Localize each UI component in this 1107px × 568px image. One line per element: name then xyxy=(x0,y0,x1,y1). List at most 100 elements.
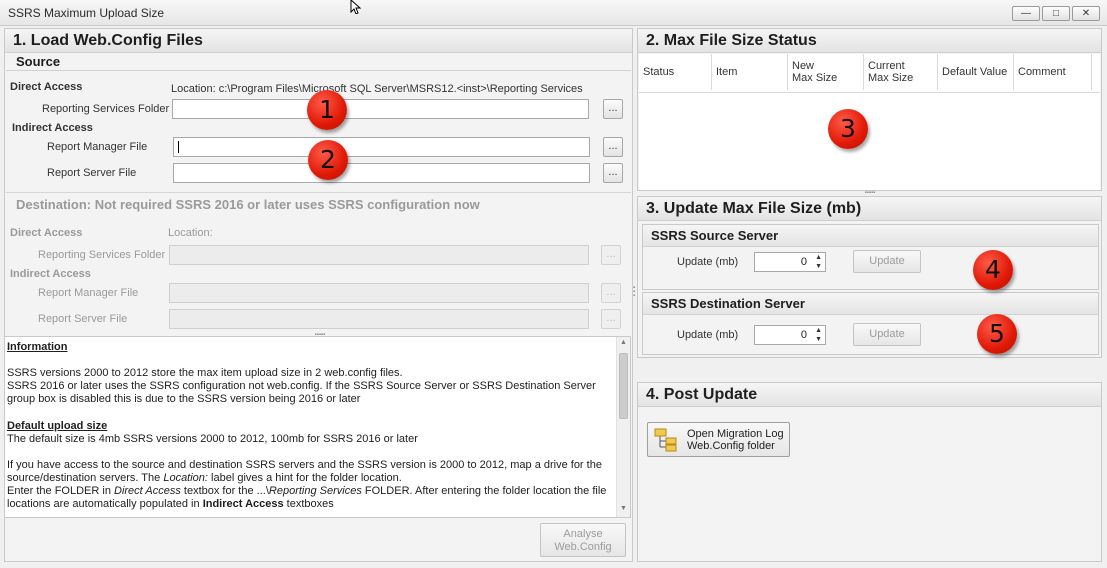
default-upload-heading: Default upload size xyxy=(7,420,108,432)
dest-update-mb-value: 0 xyxy=(800,329,807,341)
annotation-badge-5: 5 xyxy=(977,314,1017,354)
analyse-button-line-2: Web.Config xyxy=(554,541,612,553)
dest-report-manager-label: Report Manager File xyxy=(38,287,139,299)
dest-update-button[interactable]: Update xyxy=(853,323,921,346)
destination-header: Destination: Not required SSRS 2016 or l… xyxy=(16,197,480,212)
dest-location-label: Location: xyxy=(168,227,213,239)
dest-rs-folder-input[interactable] xyxy=(169,245,589,265)
right-splitter-grip[interactable]: ▪▪▪▪▪ xyxy=(850,190,890,196)
annotation-badge-1: 1 xyxy=(307,90,347,130)
scroll-thumb[interactable] xyxy=(619,353,628,419)
dest-report-server-label: Report Server File xyxy=(38,313,128,325)
open-migration-log-button[interactable]: Open Migration Log Web.Config folder xyxy=(647,422,790,457)
update-panel-title: 3. Update Max File Size (mb) xyxy=(638,197,1101,221)
information-text: Information SSRS versions 2000 to 2012 s… xyxy=(7,341,611,511)
dest-report-server-input[interactable] xyxy=(169,309,589,329)
spinner-arrows-icon[interactable]: ▲ ▼ xyxy=(815,253,822,271)
annotation-badge-2: 2 xyxy=(308,140,348,180)
info-para-5-strong: Indirect Access xyxy=(202,498,284,510)
dest-report-manager-browse-button[interactable]: ... xyxy=(601,283,621,303)
open-log-line-2: Web.Config folder xyxy=(687,440,775,452)
source-server-header: SSRS Source Server xyxy=(643,225,1098,247)
mouse-cursor-icon xyxy=(350,0,362,14)
info-para-5-a: Enter the FOLDER in xyxy=(7,485,111,497)
source-update-mb-value: 0 xyxy=(800,256,807,268)
title-bar: SSRS Maximum Upload Size — □ ✕ xyxy=(0,0,1107,26)
information-heading: Information xyxy=(7,341,68,353)
destination-divider xyxy=(6,192,631,193)
col-current-max-size[interactable]: Current Max Size xyxy=(864,54,938,90)
source-divider xyxy=(6,70,631,71)
dest-update-mb-label: Update (mb) xyxy=(677,329,739,341)
dest-update-mb-stepper[interactable]: 0 ▲ ▼ xyxy=(754,325,826,345)
col-new-max-size[interactable]: New Max Size xyxy=(788,54,864,90)
source-report-server-input[interactable] xyxy=(173,163,590,183)
text-caret xyxy=(178,141,179,153)
info-para-5-em2: Reporting Services xyxy=(268,485,362,497)
minimize-button[interactable]: — xyxy=(1012,6,1040,21)
analyse-button-line-1: Analyse xyxy=(563,528,603,540)
close-button[interactable]: ✕ xyxy=(1072,6,1100,21)
scroll-up-icon[interactable]: ▲ xyxy=(620,339,627,346)
info-para-5-em1: Direct Access xyxy=(114,485,181,497)
source-rs-folder-browse-button[interactable]: ... xyxy=(603,99,623,119)
information-box: Information SSRS versions 2000 to 2012 s… xyxy=(4,336,631,518)
info-para-5: Enter the FOLDER in Direct Access textbo… xyxy=(7,485,611,511)
col-item[interactable]: Item xyxy=(712,54,788,90)
source-header: Source xyxy=(16,54,61,69)
dest-indirect-access-label: Indirect Access xyxy=(10,268,91,280)
col-comment[interactable]: Comment xyxy=(1014,54,1092,90)
source-update-mb-label: Update (mb) xyxy=(677,256,739,268)
dest-direct-access-label: Direct Access xyxy=(10,227,83,239)
info-para-4: If you have access to the source and des… xyxy=(7,459,611,485)
info-scrollbar[interactable]: ▲ ▼ xyxy=(616,337,630,517)
source-report-server-label: Report Server File xyxy=(47,167,137,179)
destination-server-header: SSRS Destination Server xyxy=(643,293,1098,315)
status-grid-header: Status Item New Max Size Current Max Siz… xyxy=(639,54,1100,93)
annotation-badge-3: 3 xyxy=(828,109,868,149)
dest-rs-folder-label: Reporting Services Folder xyxy=(38,249,166,261)
status-panel-title: 2. Max File Size Status xyxy=(638,29,1101,53)
source-report-manager-browse-button[interactable]: ... xyxy=(603,137,623,157)
max-file-size-status-panel: 2. Max File Size Status Status Item New … xyxy=(637,28,1102,191)
status-grid[interactable]: Status Item New Max Size Current Max Siz… xyxy=(639,54,1100,190)
source-report-manager-input[interactable] xyxy=(173,137,590,157)
maximize-button[interactable]: □ xyxy=(1042,6,1070,21)
info-para-3: The default size is 4mb SSRS versions 20… xyxy=(7,433,418,445)
source-indirect-access-label: Indirect Access xyxy=(12,122,93,134)
info-para-4-end: label gives a hint for the folder locati… xyxy=(211,472,402,484)
source-direct-access-label: Direct Access xyxy=(10,81,83,93)
maximize-icon: □ xyxy=(1052,7,1060,19)
analyse-webconfig-button[interactable]: Analyse Web.Config xyxy=(540,523,626,557)
info-para-5-d: textboxes xyxy=(286,498,334,510)
load-panel-title: 1. Load Web.Config Files xyxy=(5,29,632,53)
info-para-5-b: textbox for the ...\ xyxy=(183,485,269,497)
annotation-badge-4: 4 xyxy=(973,250,1013,290)
folder-tree-icon xyxy=(654,428,677,452)
open-migration-log-label: Open Migration Log Web.Config folder xyxy=(687,428,784,452)
post-panel-title: 4. Post Update xyxy=(638,383,1101,407)
source-rs-folder-input[interactable] xyxy=(172,99,589,119)
col-default-value[interactable]: Default Value xyxy=(938,54,1014,90)
post-update-panel: 4. Post Update xyxy=(637,382,1102,562)
info-para-1: SSRS versions 2000 to 2012 store the max… xyxy=(7,367,403,379)
close-icon: ✕ xyxy=(1081,7,1091,19)
open-log-line-1: Open Migration Log xyxy=(687,428,784,440)
source-report-server-browse-button[interactable]: ... xyxy=(603,163,623,183)
source-update-button[interactable]: Update xyxy=(853,250,921,273)
source-rs-folder-label: Reporting Services Folder xyxy=(42,103,170,115)
info-para-4-em: Location: xyxy=(163,472,208,484)
dest-report-manager-input[interactable] xyxy=(169,283,589,303)
scroll-down-icon[interactable]: ▼ xyxy=(620,505,627,512)
source-update-mb-stepper[interactable]: 0 ▲ ▼ xyxy=(754,252,826,272)
info-para-2: SSRS 2016 or later uses the SSRS configu… xyxy=(7,380,596,405)
dest-report-server-browse-button[interactable]: ... xyxy=(601,309,621,329)
spinner-arrows-icon[interactable]: ▲ ▼ xyxy=(815,326,822,344)
vertical-splitter-grip[interactable]: ▪ ▪ ▪ xyxy=(633,285,636,299)
minimize-icon: — xyxy=(1021,7,1031,19)
source-location-label: Location: c:\Program Files\Microsoft SQL… xyxy=(171,83,583,95)
source-report-manager-label: Report Manager File xyxy=(47,141,148,153)
dest-rs-folder-browse-button[interactable]: ... xyxy=(601,245,621,265)
col-status[interactable]: Status xyxy=(639,54,712,90)
window-title: SSRS Maximum Upload Size xyxy=(8,6,165,20)
